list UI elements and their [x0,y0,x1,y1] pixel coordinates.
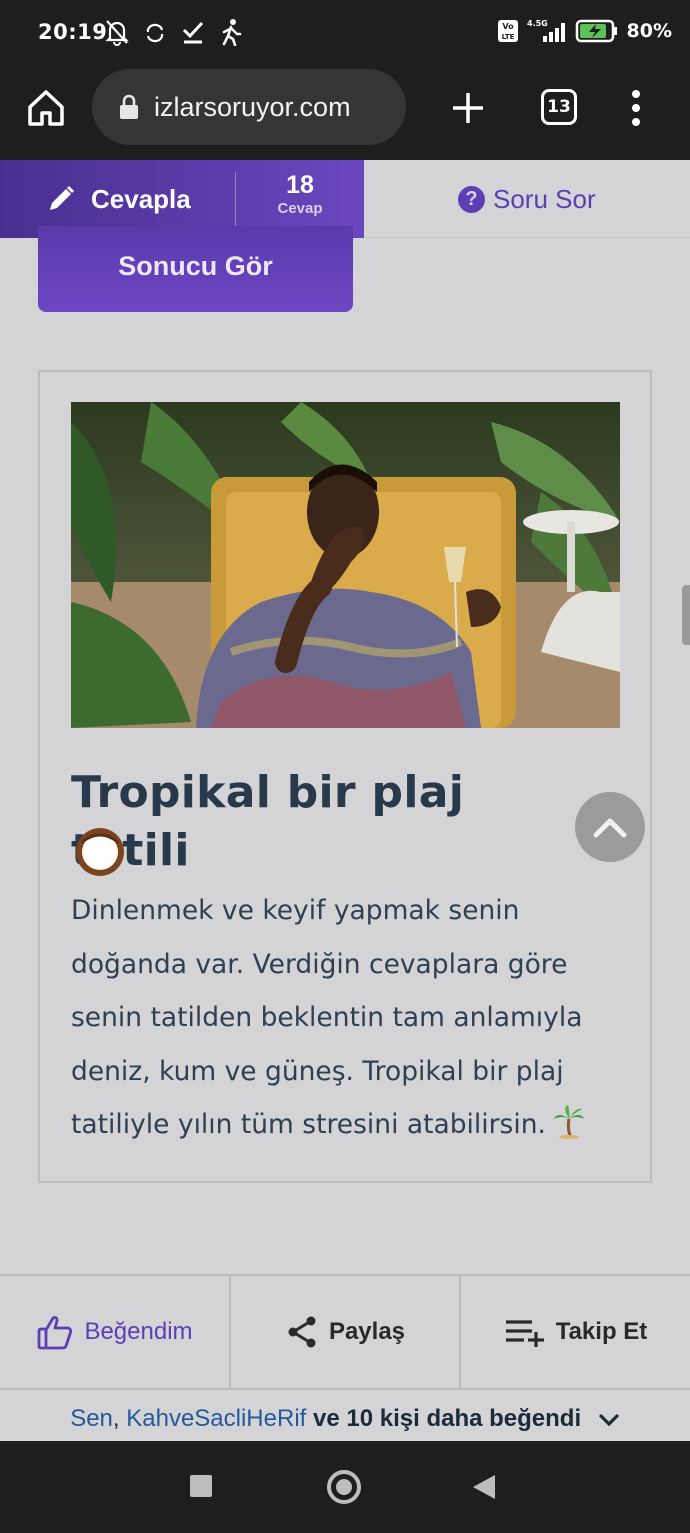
more-vertical-icon [632,90,640,126]
svg-text:4.5G: 4.5G [527,19,548,28]
coconut-icon [76,828,124,876]
home-icon [28,90,64,126]
status-bar: 20:19 Vo LTE 4.5G 80% [0,0,690,66]
like-label: Beğendim [84,1318,193,1345]
like-button[interactable]: Beğendim [0,1276,229,1388]
svg-text:LTE: LTE [501,33,514,41]
notification-icons [104,18,244,47]
result-image [71,402,620,728]
share-label: Paylaş [328,1318,406,1345]
answer-count: 18 Cevap [236,170,364,218]
result-card: Tropikal bir plaj tatili Dinlenmek ve ke… [38,370,652,1183]
walking-icon [218,18,244,47]
palm-tree-icon [553,1105,584,1139]
chevron-up-icon [593,818,627,838]
url-text: izlarsoruyor.com [154,91,351,122]
action-bar: Beğendim Paylaş Takip Et [0,1274,690,1390]
address-bar[interactable]: izlarsoruyor.com [92,69,406,145]
answer-count-number: 18 [286,171,314,199]
scroll-to-top-button[interactable] [575,792,645,862]
likes-liked: beğendi [489,1405,582,1432]
home-button[interactable] [24,86,68,130]
result-description-text: Dinlenmek ve keyif yapmak senin doğanda … [71,895,583,1140]
recent-apps-button[interactable] [190,1475,212,1497]
status-right: Vo LTE 4.5G 80% [497,18,672,44]
chevron-down-icon[interactable] [598,1412,620,1428]
result-description: Dinlenmek ve keyif yapmak senin doğanda … [71,884,611,1152]
follow-button[interactable]: Takip Et [459,1276,690,1388]
system-navigation-bar [0,1441,690,1533]
ask-question-button[interactable]: ? Soru Sor [458,160,596,238]
scrollbar[interactable] [682,585,690,645]
back-button[interactable] [473,1475,495,1499]
signal-icon: 4.5G [527,19,565,42]
battery-icon [575,19,617,43]
playlist-add-icon [505,1320,544,1347]
sync-icon [142,18,168,46]
lock-icon [120,94,138,119]
thumbs-up-icon [38,1316,73,1350]
pencil-icon [50,186,74,210]
browser-toolbar: izlarsoruyor.com 13 [0,66,690,160]
battery-percent: 80% [626,20,672,42]
overflow-menu-button[interactable] [624,88,648,128]
tab-switcher-button[interactable]: 13 [541,89,577,125]
follow-label: Takip Et [555,1318,648,1345]
likes-comma: , [112,1405,120,1432]
question-icon: ? [458,185,485,213]
volte-icon: Vo LTE [497,20,518,42]
likes-summary[interactable]: Sen, KahveSacliHeRif ve 10 kişi daha beğ… [0,1405,690,1433]
share-button[interactable]: Paylaş [229,1276,459,1388]
mute-bell-icon [104,18,130,46]
ask-question-label: Soru Sor [493,183,596,214]
home-nav-button[interactable] [327,1470,361,1504]
see-result-label: Sonucu Gör [118,251,273,281]
see-result-button[interactable]: Sonucu Gör [38,226,353,312]
likes-user-link[interactable]: KahveSacliHeRif [126,1405,306,1432]
answer-label: Cevapla [91,183,191,214]
likes-count: 10 kişi daha [346,1405,483,1432]
result-title: Tropikal bir plaj tatili [71,767,465,876]
likes-and: ve [313,1405,340,1432]
likes-you: Sen [70,1405,113,1432]
plus-icon [453,93,483,123]
status-time: 20:19 [38,20,108,44]
share-icon [288,1316,316,1348]
new-tab-button[interactable] [446,86,490,130]
download-done-icon [180,18,206,46]
svg-text:Vo: Vo [502,22,514,31]
answer-count-unit: Cevap [277,200,323,217]
